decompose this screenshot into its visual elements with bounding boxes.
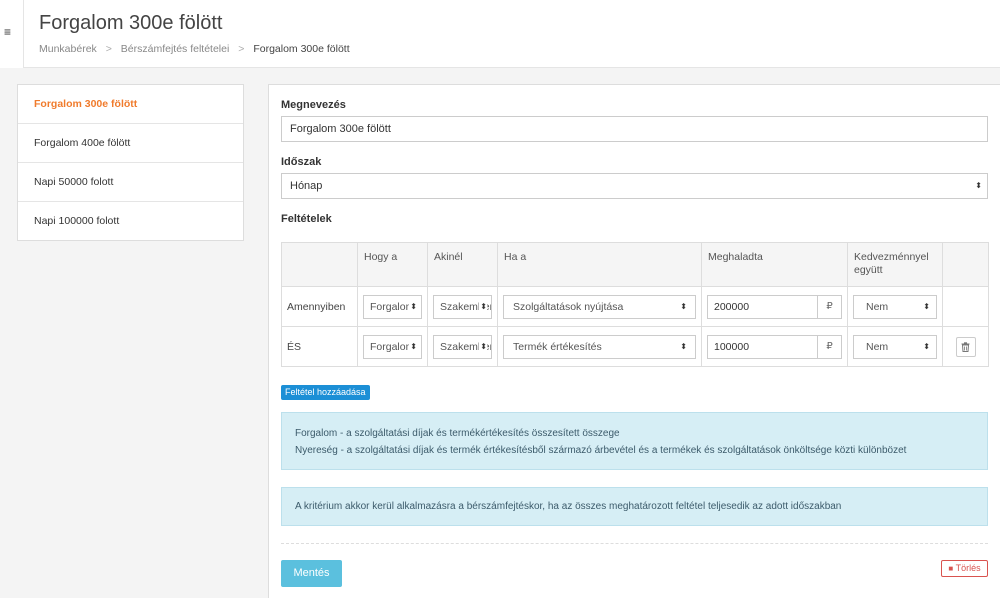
- kedvezmeny-select[interactable]: Nem ⬍: [853, 334, 937, 359]
- save-button[interactable]: Mentés: [281, 560, 342, 587]
- info-line-nyereseg: Nyereség - a szolgáltatási díjak és term…: [295, 445, 907, 456]
- select-arrows-icon: ⬍: [679, 335, 687, 358]
- page-header: Forgalom 300e fölött Munkabérek > Bérszá…: [24, 0, 1000, 68]
- page-title: Forgalom 300e fölött: [39, 12, 223, 34]
- amount-input[interactable]: 100000: [707, 334, 818, 359]
- hogy-a-select[interactable]: Forgalom ⬍: [363, 294, 422, 319]
- ha-a-value: Szolgáltatások nyújtása: [513, 300, 624, 313]
- breadcrumb-separator: >: [105, 43, 112, 55]
- row-connector: ÉS: [281, 326, 358, 367]
- period-select-value: Hónap: [290, 180, 323, 192]
- period-label: Időszak: [281, 156, 322, 168]
- column-header-kedvezmeny: Kedvezménnyel együtt: [847, 242, 943, 287]
- name-label: Megnevezés: [281, 99, 346, 111]
- select-arrows-icon: ⬍: [479, 295, 487, 318]
- divider: [281, 543, 988, 544]
- trash-icon: [961, 341, 970, 352]
- ha-a-select[interactable]: Termék értékesítés ⬍: [503, 334, 696, 359]
- conditions-label: Feltételek: [281, 213, 332, 225]
- amount-input[interactable]: 200000: [707, 294, 818, 319]
- info-box-criteria: A kritérium akkor kerül alkalmazásra a b…: [281, 487, 988, 526]
- rules-list: Forgalom 300e fölött Forgalom 400e fölöt…: [17, 84, 244, 241]
- select-arrows-icon: ⬍: [922, 335, 930, 358]
- amount-group: 100000 ₽: [707, 334, 842, 359]
- amount-group: 200000 ₽: [707, 294, 842, 319]
- kedvezmeny-value: Nem: [866, 340, 889, 353]
- hogy-a-select[interactable]: Forgalom ⬍: [363, 334, 422, 359]
- breadcrumb: Munkabérek > Bérszámfejtés feltételei > …: [39, 43, 350, 55]
- conditions-header-row: Hogy a Akinél Ha a Meghaladta Kedvezménn…: [281, 242, 989, 287]
- rules-list-item[interactable]: Forgalom 400e fölött: [18, 124, 243, 163]
- info-box-definitions: Forgalom - a szolgáltatási díjak és term…: [281, 412, 988, 470]
- condition-row: ÉS Forgalom ⬍ Szakember ⬍ Termék értékesít…: [281, 326, 989, 367]
- column-header-akinel: Akinél: [427, 242, 498, 287]
- akinel-select[interactable]: Szakember ⬍: [433, 294, 492, 319]
- kedvezmeny-select[interactable]: Nem ⬍: [853, 294, 937, 319]
- info-line-forgalom: Forgalom - a szolgáltatási díjak és term…: [295, 428, 620, 439]
- add-condition-button[interactable]: Feltétel hozzáadása: [281, 385, 370, 400]
- menu-icon[interactable]: ≡: [4, 25, 11, 39]
- ha-a-select[interactable]: Szolgáltatások nyújtása ⬍: [503, 294, 696, 319]
- rules-list-item[interactable]: Napi 100000 folott: [18, 202, 243, 241]
- conditions-table: Hogy a Akinél Ha a Meghaladta Kedvezménn…: [281, 242, 989, 367]
- column-header-meghaladta: Meghaladta: [701, 242, 848, 287]
- currency-icon: ₽: [818, 334, 842, 359]
- trash-icon: ■: [948, 564, 954, 573]
- breadcrumb-item-current: Forgalom 300e fölött: [253, 43, 350, 55]
- condition-row: Amennyiben Forgalom ⬍ Szakember ⬍ Szolgált…: [281, 286, 989, 327]
- select-arrows-icon: ⬍: [479, 335, 487, 358]
- select-arrows-icon: ⬍: [409, 335, 417, 358]
- name-input[interactable]: Forgalom 300e fölött: [281, 116, 988, 142]
- column-header-ha-a: Ha a: [497, 242, 702, 287]
- period-select[interactable]: Hónap ⬍: [281, 173, 988, 199]
- kedvezmeny-value: Nem: [866, 300, 889, 313]
- column-header: [942, 242, 989, 287]
- select-arrows-icon: ⬍: [975, 181, 982, 190]
- hogy-a-value: Forgalom: [370, 300, 415, 313]
- column-header: [281, 242, 358, 287]
- select-arrows-icon: ⬍: [922, 295, 930, 318]
- criteria-note: A kritérium akkor kerül alkalmazásra a b…: [295, 501, 842, 512]
- breadcrumb-item-munkaberek[interactable]: Munkabérek: [39, 43, 97, 55]
- hogy-a-value: Forgalom: [370, 340, 415, 353]
- delete-button[interactable]: ■ Törlés: [941, 560, 988, 577]
- column-header-hogy-a: Hogy a: [357, 242, 428, 287]
- rule-form: Megnevezés Forgalom 300e fölött Időszak …: [268, 84, 1000, 598]
- ha-a-value: Termék értékesítés: [513, 340, 602, 353]
- delete-button-label: Törlés: [955, 563, 981, 573]
- row-connector: Amennyiben: [281, 286, 358, 327]
- breadcrumb-separator: >: [238, 43, 245, 55]
- currency-icon: ₽: [818, 294, 842, 319]
- breadcrumb-item-berszamfejtes[interactable]: Bérszámfejtés feltételei: [121, 43, 230, 55]
- select-arrows-icon: ⬍: [679, 295, 687, 318]
- sidebar-strip: ≡: [0, 0, 24, 68]
- rules-list-item[interactable]: Forgalom 300e fölött: [18, 85, 243, 124]
- select-arrows-icon: ⬍: [409, 295, 417, 318]
- rules-list-item[interactable]: Napi 50000 folott: [18, 163, 243, 202]
- row-actions: [942, 286, 989, 327]
- delete-row-button[interactable]: [955, 336, 976, 357]
- akinel-select[interactable]: Szakember ⬍: [433, 334, 492, 359]
